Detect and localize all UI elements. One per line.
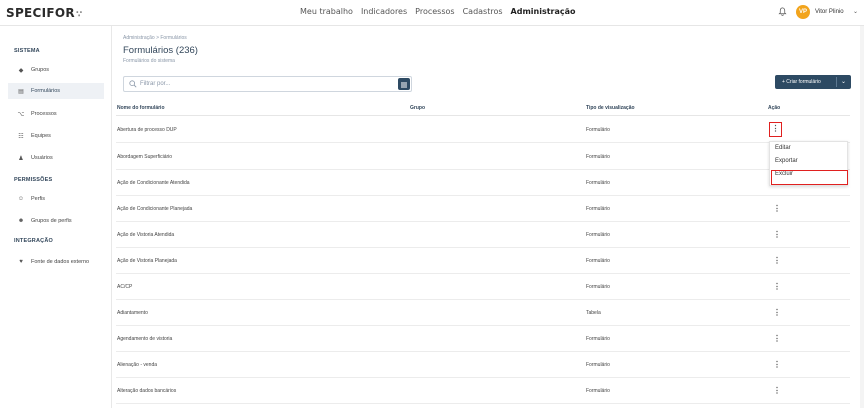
nav-meu-trabalho[interactable]: Meu trabalho: [300, 7, 353, 16]
nav-cadastros[interactable]: Cadastros: [463, 7, 503, 16]
view-type: Formulário: [586, 154, 610, 160]
form-name: Ação de Condicionante Planejada: [117, 206, 193, 212]
menu-item-editar[interactable]: Editar: [775, 145, 791, 151]
menu-item-exportar[interactable]: Exportar: [775, 158, 798, 164]
sidebar-section-sistema: SISTEMA: [14, 48, 40, 54]
form-name: Abertura de processo DUP: [117, 127, 177, 133]
kebab-menu-icon[interactable]: ⋮: [771, 306, 783, 320]
view-type: Formulário: [586, 388, 610, 394]
view-type: Formulário: [586, 206, 610, 212]
table-row[interactable]: Alteração dados bancários Formulário ⋮: [116, 378, 850, 404]
top-bar: SPECIFOR∵ Meu trabalho Indicadores Proce…: [0, 0, 864, 26]
table-row[interactable]: Abordagem Superficiário Formulário: [116, 144, 850, 170]
nav-indicadores[interactable]: Indicadores: [361, 7, 407, 16]
kebab-menu-icon[interactable]: ⋮: [771, 358, 783, 372]
breadcrumb[interactable]: Administração > Formulários: [123, 35, 187, 41]
user-icon: ♟: [18, 155, 24, 162]
create-form-button[interactable]: + Criar formulário ⌄: [775, 75, 851, 89]
list-filter-icon: [401, 82, 407, 88]
profile-group-icon: ☻: [17, 218, 25, 224]
column-header-view-type[interactable]: Tipo de visualização: [586, 105, 635, 111]
kebab-menu-icon[interactable]: ⋮: [771, 280, 783, 294]
form-name: Alteração dados bancários: [117, 388, 177, 394]
main-nav: Meu trabalho Indicadores Processos Cadas…: [300, 7, 576, 16]
sidebar-item-grupos-de-perfis[interactable]: ☻ Grupos de perfis: [8, 213, 104, 229]
table-row[interactable]: Abertura de processo DUP Formulário ⋮: [116, 117, 850, 143]
table-row[interactable]: Ação de Condicionante Atendida Formulári…: [116, 170, 850, 196]
form-name: Ação de Condicionante Atendida: [117, 180, 190, 186]
page-title: Formulários (236): [123, 45, 198, 56]
form-name: Alienação - venda: [117, 362, 158, 368]
view-type: Formulário: [586, 232, 610, 238]
avatar[interactable]: VP: [796, 5, 810, 19]
form-name: Ação de Vistoria Atendida: [117, 232, 175, 238]
column-header-action: Ação: [768, 105, 781, 111]
sidebar-section-permissoes: PERMISSÕES: [14, 177, 53, 183]
page-subtitle: Formulários do sistema: [123, 58, 175, 64]
filter-input[interactable]: Filtrar por...: [123, 76, 412, 92]
form-icon: ▤: [18, 88, 24, 95]
delete-highlight-box: [771, 170, 848, 185]
table-row[interactable]: Ação de Vistoria Atendida Formulário ⋮: [116, 222, 850, 248]
sidebar-item-usuarios[interactable]: ♟ Usuários: [8, 150, 104, 166]
column-header-group[interactable]: Grupo: [410, 105, 425, 111]
sidebar-item-processos[interactable]: ⌥ Processos: [8, 106, 104, 122]
form-name: Adiantamento: [117, 310, 148, 316]
view-type: Formulário: [586, 127, 610, 133]
nav-administracao[interactable]: Administração: [511, 7, 576, 16]
sidebar-section-integracao: INTEGRAÇÃO: [14, 238, 53, 244]
table-row[interactable]: Ação de Vistoria Planejada Formulário ⋮: [116, 248, 850, 274]
process-icon: ⌥: [17, 111, 25, 118]
filter-button[interactable]: [398, 78, 410, 90]
kebab-menu-icon[interactable]: ⋮: [771, 202, 783, 216]
sidebar-item-perfis[interactable]: ☺ Perfis: [8, 191, 104, 207]
sidebar-item-grupos[interactable]: ◆ Grupos: [8, 62, 104, 78]
bell-icon[interactable]: [778, 7, 787, 16]
profile-icon: ☺: [17, 196, 25, 202]
kebab-menu-icon[interactable]: ⋮: [771, 332, 783, 346]
kebab-menu-icon[interactable]: ⋮: [771, 228, 783, 242]
filter-placeholder: Filtrar por...: [140, 81, 171, 87]
table-row[interactable]: Ação de Condicionante Planejada Formulár…: [116, 196, 850, 222]
user-name[interactable]: Vitor Plinio: [815, 9, 844, 15]
chevron-down-icon[interactable]: ⌄: [841, 78, 846, 85]
view-type: Formulário: [586, 258, 610, 264]
table-row[interactable]: Adiantamento Tabela ⋮: [116, 300, 850, 326]
scrollbar[interactable]: [860, 26, 864, 408]
sidebar-item-formularios[interactable]: ▤ Formulários: [8, 83, 104, 99]
view-type: Tabela: [586, 310, 601, 316]
tag-icon: ◆: [18, 67, 24, 74]
search-icon: [129, 80, 137, 88]
chevron-down-icon[interactable]: ⌄: [853, 8, 858, 15]
form-name: Ação de Vistoria Planejada: [117, 258, 177, 264]
view-type: Formulário: [586, 180, 610, 186]
sidebar-item-equipes[interactable]: ☷ Equipes: [8, 128, 104, 144]
table-row[interactable]: Alienação - venda Formulário ⋮: [116, 352, 850, 378]
team-icon: ☷: [18, 133, 24, 140]
brand-logo[interactable]: SPECIFOR∵: [6, 6, 82, 20]
kebab-menu-icon[interactable]: ⋮: [771, 384, 783, 398]
table-header: Nome do formulário Grupo Tipo de visuali…: [116, 102, 850, 116]
nav-processos[interactable]: Processos: [415, 7, 454, 16]
table-row[interactable]: Agendamento de vistoria Formulário ⋮: [116, 326, 850, 352]
kebab-menu-icon[interactable]: ⋮: [771, 254, 783, 268]
data-source-icon: ♥: [19, 259, 23, 265]
column-header-name[interactable]: Nome do formulário: [117, 105, 165, 111]
view-type: Formulário: [586, 336, 610, 342]
view-type: Formulário: [586, 284, 610, 290]
form-name: Agendamento de vistoria: [117, 336, 173, 342]
form-name: Abordagem Superficiário: [117, 154, 173, 160]
form-name: AC/CP: [117, 284, 133, 290]
table-row[interactable]: AC/CP Formulário ⋮: [116, 274, 850, 300]
sidebar-item-fonte-de-dados-externo[interactable]: ♥ Fonte de dados externo: [8, 254, 104, 270]
view-type: Formulário: [586, 362, 610, 368]
kebab-menu-icon[interactable]: ⋮: [769, 122, 782, 137]
sidebar: SISTEMA ◆ Grupos ▤ Formulários ⌥ Processos …: [0, 26, 112, 408]
